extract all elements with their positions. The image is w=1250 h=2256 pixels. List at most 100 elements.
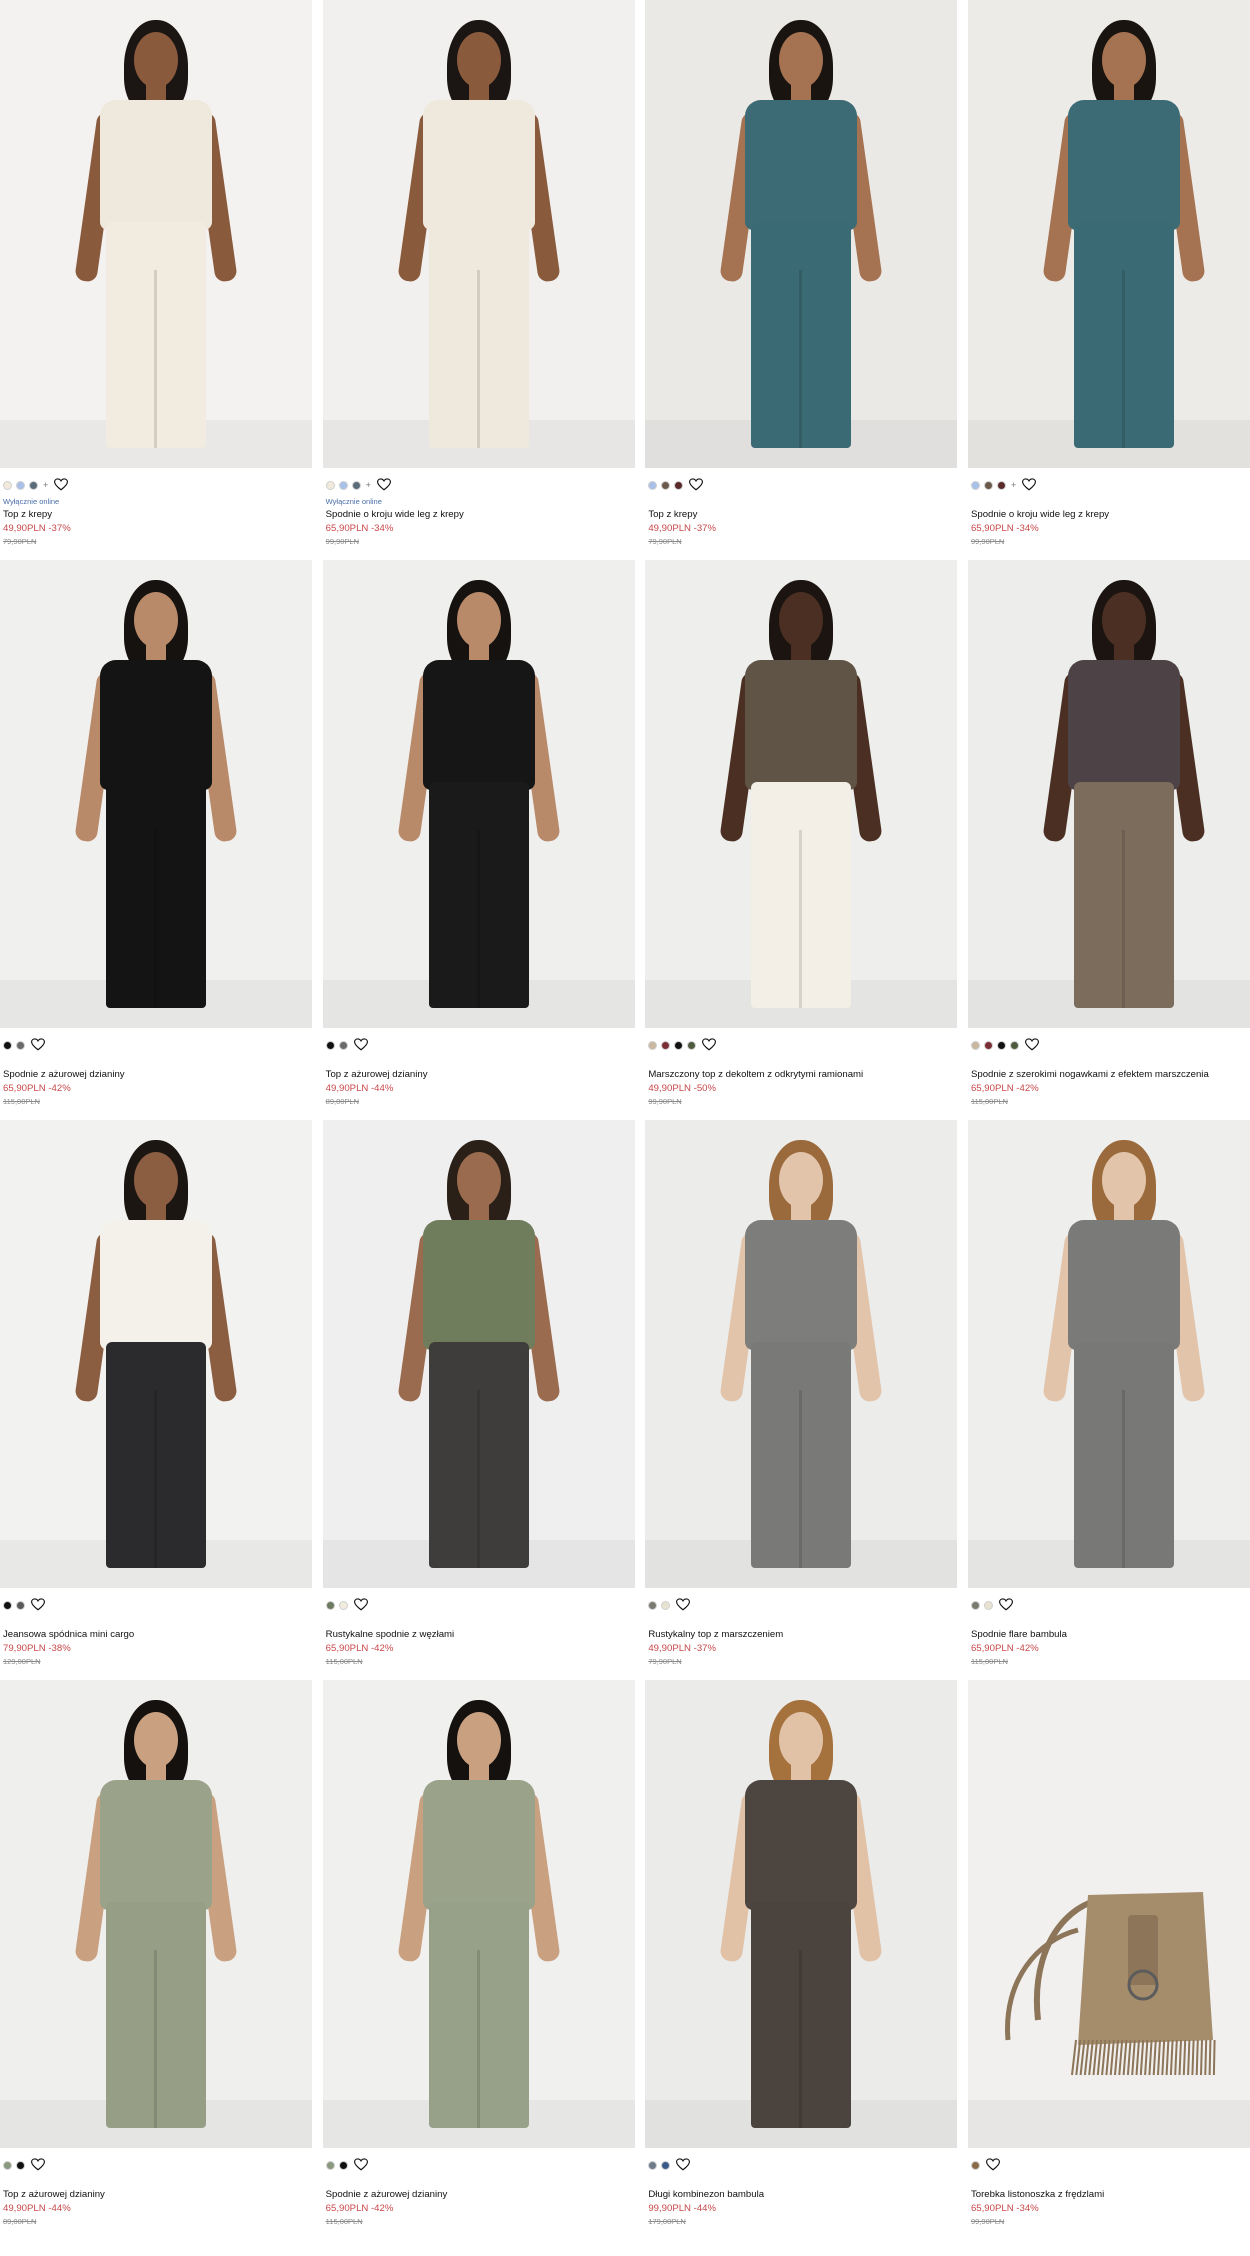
product-card[interactable]: Długi kombinezon bambula 99,90PLN -44% 179…	[645, 1680, 958, 2240]
product-image[interactable]	[322, 560, 635, 1028]
heart-icon[interactable]	[353, 2158, 368, 2172]
color-swatch[interactable]	[970, 1600, 980, 1610]
color-swatch[interactable]	[661, 2160, 671, 2170]
product-name[interactable]: Rustykalne spodnie z węzłami	[326, 1629, 632, 1640]
color-swatch[interactable]	[325, 1040, 335, 1050]
product-name[interactable]: Top z ażurowej dzianiny	[326, 1069, 632, 1080]
product-name[interactable]: Spodnie flare bambula	[971, 1629, 1250, 1640]
heart-icon[interactable]	[54, 478, 69, 492]
product-image[interactable]	[322, 1120, 635, 1588]
color-swatch[interactable]	[3, 1040, 12, 1050]
color-swatch[interactable]	[351, 480, 361, 490]
color-swatch[interactable]	[325, 2160, 335, 2170]
product-name[interactable]: Jeansowa spódnica mini cargo	[3, 1629, 309, 1640]
product-name[interactable]: Top z ażurowej dzianiny	[3, 2189, 309, 2200]
color-swatch[interactable]	[983, 480, 993, 490]
product-card[interactable]: + Spodnie o kroju wide leg z krepy 65,90PL…	[967, 0, 1250, 560]
color-swatch[interactable]	[661, 480, 671, 490]
color-swatch[interactable]	[3, 1600, 12, 1610]
color-swatch[interactable]	[338, 1600, 348, 1610]
product-card[interactable]: Spodnie z ażurowej dzianiny 65,90PLN -42%…	[0, 560, 312, 1120]
product-card[interactable]: + Wyłącznie online Spodnie o kroju wide le…	[322, 0, 635, 560]
product-image[interactable]	[0, 0, 312, 468]
color-swatch[interactable]	[29, 480, 38, 490]
product-card[interactable]: Top z ażurowej dzianiny 49,90PLN -44% 89,0…	[322, 560, 635, 1120]
product-image[interactable]	[967, 0, 1250, 468]
product-name[interactable]: Spodnie z ażurowej dzianiny	[326, 2189, 632, 2200]
color-swatch[interactable]	[325, 480, 335, 490]
product-image[interactable]	[645, 0, 958, 468]
color-swatch[interactable]	[970, 1040, 980, 1050]
product-image[interactable]	[967, 560, 1250, 1028]
color-swatch[interactable]	[661, 1600, 671, 1610]
color-swatch[interactable]	[338, 1040, 348, 1050]
product-card[interactable]: Spodnie flare bambula 65,90PLN -42% 115,00…	[967, 1120, 1250, 1680]
heart-icon[interactable]	[31, 1598, 45, 1612]
heart-icon[interactable]	[998, 1598, 1013, 1612]
heart-icon[interactable]	[676, 2158, 691, 2172]
product-card[interactable]: Torebka listonoszka z frędzlami 65,90PLN …	[967, 1680, 1250, 2240]
product-image[interactable]	[0, 1680, 312, 2148]
color-swatch[interactable]	[16, 2160, 25, 2170]
product-card[interactable]: Top z krepy 49,90PLN -37% 79,90PLN	[645, 0, 958, 560]
product-card[interactable]: Spodnie z szerokimi nogawkami z efektem …	[967, 560, 1250, 1120]
product-image[interactable]	[967, 1120, 1250, 1588]
color-swatch[interactable]	[16, 1600, 25, 1610]
more-colors-indicator[interactable]: +	[366, 480, 371, 490]
color-swatch[interactable]	[687, 1040, 697, 1050]
heart-icon[interactable]	[31, 2158, 45, 2172]
color-swatch[interactable]	[970, 480, 980, 490]
color-swatch[interactable]	[996, 1040, 1006, 1050]
color-swatch[interactable]	[970, 2160, 980, 2170]
product-name[interactable]: Spodnie z ażurowej dzianiny	[3, 1069, 309, 1080]
product-card[interactable]: Top z ażurowej dzianiny 49,90PLN -44% 89,0…	[0, 1680, 312, 2240]
color-swatch[interactable]	[648, 1040, 658, 1050]
color-swatch[interactable]	[1009, 1040, 1019, 1050]
heart-icon[interactable]	[676, 1598, 691, 1612]
heart-icon[interactable]	[985, 2158, 1000, 2172]
color-swatch[interactable]	[648, 480, 658, 490]
product-name[interactable]: Spodnie z szerokimi nogawkami z efektem …	[971, 1069, 1250, 1080]
heart-icon[interactable]	[376, 478, 391, 492]
product-name[interactable]: Top z krepy	[648, 509, 954, 520]
product-name[interactable]: Marszczony top z dekoltem z odkrytymi ra…	[648, 1069, 954, 1080]
color-swatch[interactable]	[996, 480, 1006, 490]
product-name[interactable]: Długi kombinezon bambula	[648, 2189, 954, 2200]
more-colors-indicator[interactable]: +	[1011, 480, 1016, 490]
product-card[interactable]: + Wyłącznie online Top z krepy 49,90PLN -37…	[0, 0, 312, 560]
product-name[interactable]: Spodnie o kroju wide leg z krepy	[326, 509, 632, 520]
product-card[interactable]: Rustykalny top z marszczeniem 49,90PLN -3…	[645, 1120, 958, 1680]
product-name[interactable]: Torebka listonoszka z frędzlami	[971, 2189, 1250, 2200]
product-image[interactable]	[967, 1680, 1250, 2148]
color-swatch[interactable]	[325, 1600, 335, 1610]
heart-icon[interactable]	[353, 1038, 368, 1052]
product-image[interactable]	[0, 1120, 312, 1588]
color-swatch[interactable]	[338, 2160, 348, 2170]
product-image[interactable]	[322, 0, 635, 468]
more-colors-indicator[interactable]: +	[43, 480, 48, 490]
color-swatch[interactable]	[338, 480, 348, 490]
product-name[interactable]: Rustykalny top z marszczeniem	[648, 1629, 954, 1640]
heart-icon[interactable]	[702, 1038, 717, 1052]
product-name[interactable]: Spodnie o kroju wide leg z krepy	[971, 509, 1250, 520]
color-swatch[interactable]	[983, 1040, 993, 1050]
heart-icon[interactable]	[1022, 478, 1037, 492]
heart-icon[interactable]	[353, 1598, 368, 1612]
color-swatch[interactable]	[3, 2160, 12, 2170]
heart-icon[interactable]	[689, 478, 704, 492]
product-card[interactable]: Spodnie z ażurowej dzianiny 65,90PLN -42%…	[322, 1680, 635, 2240]
product-image[interactable]	[0, 560, 312, 1028]
product-image[interactable]	[645, 1120, 958, 1588]
color-swatch[interactable]	[648, 2160, 658, 2170]
heart-icon[interactable]	[31, 1038, 45, 1052]
product-name[interactable]: Top z krepy	[3, 509, 309, 520]
color-swatch[interactable]	[674, 480, 684, 490]
color-swatch[interactable]	[3, 480, 12, 490]
color-swatch[interactable]	[983, 1600, 993, 1610]
color-swatch[interactable]	[648, 1600, 658, 1610]
color-swatch[interactable]	[674, 1040, 684, 1050]
product-card[interactable]: Rustykalne spodnie z węzłami 65,90PLN -42…	[322, 1120, 635, 1680]
color-swatch[interactable]	[661, 1040, 671, 1050]
color-swatch[interactable]	[16, 480, 25, 490]
product-image[interactable]	[645, 1680, 958, 2148]
